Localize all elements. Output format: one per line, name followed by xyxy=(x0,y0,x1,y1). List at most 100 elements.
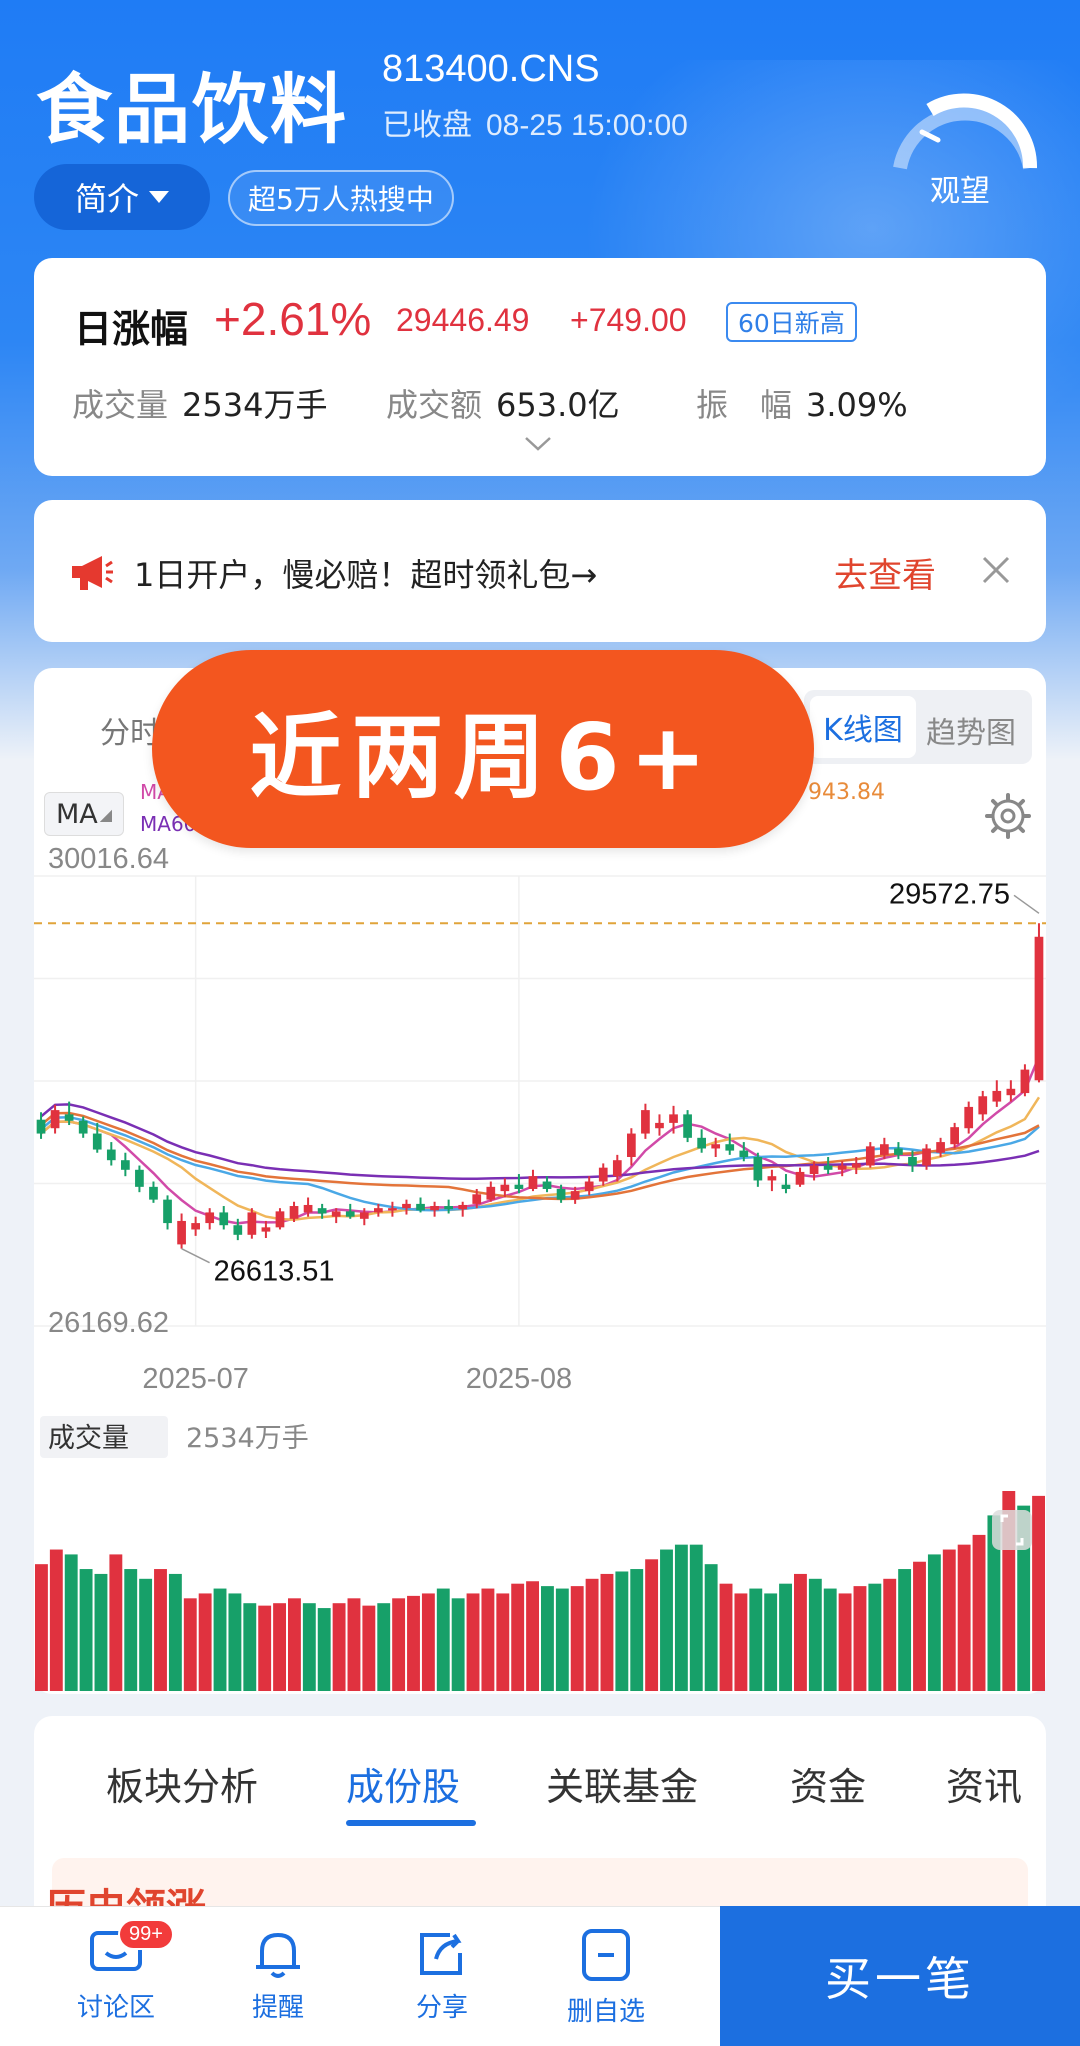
volume-bar xyxy=(764,1593,778,1691)
close-icon[interactable] xyxy=(978,552,1014,588)
candle-body xyxy=(1020,1069,1030,1094)
high-pointer xyxy=(1013,894,1040,914)
remind-button[interactable]: 提醒 xyxy=(218,1927,338,2024)
candle-body xyxy=(669,1114,678,1123)
amplitude-key: 振 幅 xyxy=(696,386,793,424)
candle-body xyxy=(936,1142,945,1153)
minus-box-icon xyxy=(582,1929,630,1981)
volume-bar xyxy=(124,1569,138,1691)
candle-body xyxy=(851,1163,861,1168)
volume-bar xyxy=(585,1578,599,1691)
tab-news[interactable]: 资讯 xyxy=(946,1756,1022,1811)
volume-bar xyxy=(615,1571,629,1691)
volume-bar xyxy=(541,1586,554,1691)
high-label: 29572.75 xyxy=(889,878,1010,910)
candle-body xyxy=(655,1122,664,1129)
hot-search-badge[interactable]: 超5万人热搜中 xyxy=(228,170,454,226)
candle-body xyxy=(922,1148,931,1166)
candle-body xyxy=(317,1208,327,1214)
volume-bar xyxy=(94,1573,108,1691)
volume-bar xyxy=(154,1569,167,1691)
volume-bar xyxy=(794,1573,807,1691)
volume-bar xyxy=(823,1588,837,1691)
volume-bar xyxy=(407,1595,420,1691)
y-top-label: 30016.64 xyxy=(48,846,169,875)
candle-body xyxy=(430,1206,439,1211)
volume-bar xyxy=(526,1581,539,1691)
candle-body xyxy=(486,1186,496,1200)
remove-watchlist-button[interactable]: 删自选 xyxy=(546,1927,666,2028)
intro-dropdown-button[interactable]: 简介 xyxy=(34,164,210,230)
candle-body xyxy=(135,1169,144,1187)
volume-bar xyxy=(139,1578,153,1691)
candle-body xyxy=(303,1204,313,1213)
candle-body xyxy=(78,1120,88,1134)
candle-body xyxy=(163,1199,172,1224)
volume-value-label: 2534万手 xyxy=(186,1423,309,1454)
tab-capital[interactable]: 资金 xyxy=(790,1756,866,1811)
tab-related-funds[interactable]: 关联基金 xyxy=(546,1756,698,1811)
chevron-down-icon[interactable] xyxy=(524,436,552,452)
x-tick-label: 2025-07 xyxy=(142,1363,248,1395)
ma-value: 943.84 xyxy=(808,780,885,805)
candle-body xyxy=(865,1146,875,1166)
candle-body xyxy=(837,1165,847,1170)
candle-body xyxy=(725,1144,735,1151)
volume-key: 成交量 xyxy=(72,386,169,424)
volume-bar xyxy=(496,1593,510,1691)
candle-body xyxy=(106,1149,116,1161)
tab-trend[interactable]: 趋势图 xyxy=(926,708,1016,752)
volume-bar xyxy=(421,1593,435,1691)
low-label: 26613.51 xyxy=(214,1256,335,1288)
bell-icon xyxy=(256,1932,300,1978)
candle-body xyxy=(261,1227,271,1232)
kline-chart[interactable]: 30016.64 26169.62 29572.75 26613.51 2025… xyxy=(34,846,1046,1696)
candle-body xyxy=(402,1203,411,1209)
tab-kline[interactable]: K线图 xyxy=(810,696,916,758)
ma-selector-button[interactable]: MA ◢ xyxy=(44,792,124,836)
share-button[interactable]: 分享 xyxy=(382,1927,502,2024)
candle-body xyxy=(275,1211,285,1228)
volume-bar xyxy=(317,1608,331,1691)
gear-icon[interactable] xyxy=(982,790,1034,842)
candle-body xyxy=(514,1184,524,1189)
amplitude-stat: 振 幅 3.09% xyxy=(696,380,908,426)
share-icon xyxy=(420,1933,462,1975)
candle-body xyxy=(570,1191,580,1200)
caret-down-icon xyxy=(149,191,169,203)
candle-body xyxy=(233,1225,243,1235)
candle-body xyxy=(444,1206,453,1210)
volume-bar xyxy=(630,1569,644,1691)
candle-body xyxy=(331,1211,341,1217)
candle-body xyxy=(289,1206,299,1219)
candle-body xyxy=(205,1212,215,1224)
volume-bar xyxy=(466,1593,480,1691)
volume-bar xyxy=(168,1573,182,1691)
candle-body xyxy=(598,1167,608,1182)
y-bottom-label: 26169.62 xyxy=(48,1307,169,1339)
buy-button[interactable]: 买一笔 xyxy=(720,1906,1080,2046)
candle-body xyxy=(950,1127,959,1145)
candle-body xyxy=(458,1204,468,1210)
volume-bar xyxy=(392,1598,406,1691)
volume-bar xyxy=(749,1588,763,1691)
volume-bar xyxy=(645,1559,659,1691)
expand-icon[interactable] xyxy=(992,1510,1032,1550)
promo-card[interactable]: 1日开户，慢必赔！超时领礼包→ 去查看 xyxy=(34,500,1046,642)
promo-view-link[interactable]: 去查看 xyxy=(834,548,936,597)
volume-bar xyxy=(377,1603,391,1691)
candle-body xyxy=(92,1133,102,1150)
volume-indicator-label[interactable]: 成交量 xyxy=(48,1423,129,1454)
tab-intraday[interactable]: 分时 xyxy=(100,708,160,752)
candle-body xyxy=(978,1096,988,1115)
volume-bar xyxy=(868,1583,882,1691)
candle-body xyxy=(472,1194,482,1204)
change-label: 日涨幅 xyxy=(74,307,189,351)
candle-body xyxy=(880,1144,889,1155)
tab-constituents[interactable]: 成份股 xyxy=(346,1756,460,1811)
candle-body xyxy=(1006,1088,1016,1096)
tab-sector-analysis[interactable]: 板块分析 xyxy=(106,1756,258,1811)
volume-bar xyxy=(660,1549,673,1691)
volume-bar xyxy=(555,1588,569,1691)
candle-body xyxy=(908,1157,917,1166)
